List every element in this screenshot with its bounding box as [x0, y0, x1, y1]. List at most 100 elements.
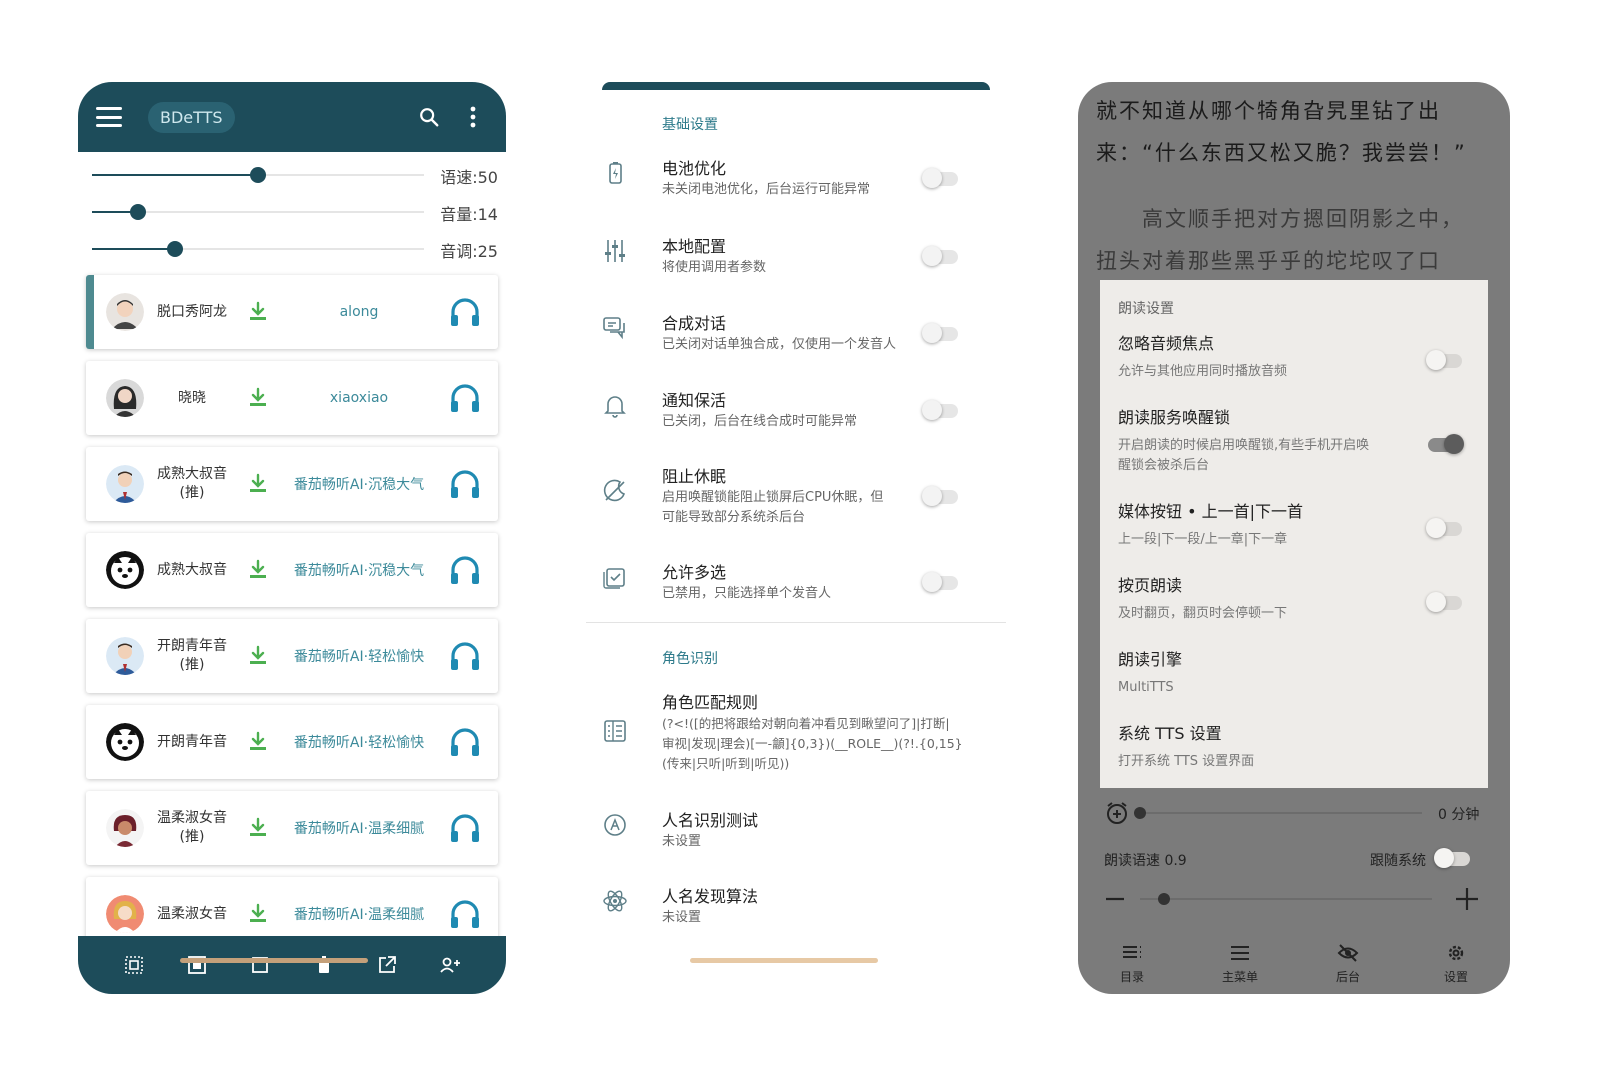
- download-icon[interactable]: [246, 816, 270, 840]
- setting-subtitle: 打开系统 TTS 设置界面: [1118, 754, 1255, 769]
- headphones-icon[interactable]: [448, 295, 482, 329]
- panel-title: 朗读设置: [1118, 301, 1174, 317]
- follow-system-toggle[interactable]: [1434, 848, 1470, 868]
- download-icon[interactable]: [246, 386, 270, 410]
- battery-toggle[interactable]: [922, 168, 958, 188]
- avatar: [106, 551, 144, 589]
- wakelock-toggle[interactable]: [922, 486, 958, 506]
- timer-icon[interactable]: [1104, 800, 1130, 826]
- timer-slider-thumb[interactable]: [1134, 807, 1146, 819]
- settings-screen: 基础设置 电池优化 未关闭电池优化，后台运行可能异常 本地配置 将使用调用者参数 合…: [586, 82, 1006, 994]
- speed-slider[interactable]: [1140, 898, 1432, 900]
- voice-id: xiaoxiao: [329, 390, 389, 406]
- download-icon[interactable]: [246, 300, 270, 324]
- setting-role-rule[interactable]: 角色匹配规则 (?<!([的把将跟给对朝向着冲看见到瞅望问了]|打断| 审视|发现…: [586, 692, 1006, 774]
- pitch-label: 音调:25: [440, 242, 498, 261]
- download-icon[interactable]: [246, 558, 270, 582]
- voice-name: 温柔淑女音: [157, 905, 227, 922]
- media-button-toggle[interactable]: [1426, 518, 1462, 538]
- select-inverse-icon[interactable]: [185, 953, 209, 977]
- reader-text-line: 就不知道从哪个犄角旮旯里钻了出: [1096, 99, 1441, 123]
- headphones-icon[interactable]: [448, 725, 482, 759]
- nav-label: 主菜单: [1221, 970, 1258, 984]
- avatar: [106, 637, 144, 675]
- setting-media-button[interactable]: 媒体按钮 • 上一首|下一首 上一段|下一段/上一章|下一章: [1100, 500, 1488, 550]
- voice-name: 温柔淑女音 (推): [157, 810, 227, 845]
- search-icon[interactable]: [414, 102, 444, 132]
- download-icon[interactable]: [246, 472, 270, 496]
- download-icon[interactable]: [246, 902, 270, 926]
- pitch-slider[interactable]: 音调:25: [78, 230, 506, 267]
- headphones-icon[interactable]: [448, 811, 482, 845]
- hamburger-menu-icon[interactable]: [96, 107, 122, 127]
- section-divider: [586, 622, 1006, 623]
- minus-icon[interactable]: [1104, 888, 1126, 910]
- setting-battery[interactable]: 电池优化 未关闭电池优化，后台运行可能异常: [586, 158, 1006, 200]
- voice-card[interactable]: 温柔淑女音 (推) 番茄畅听AI·温柔细腻: [86, 791, 498, 865]
- setting-subtitle: MultiTTS: [1118, 680, 1174, 695]
- setting-page-read[interactable]: 按页朗读 及时翻页，翻页时会停顿一下: [1100, 574, 1488, 624]
- setting-notification[interactable]: 通知保活 已关闭，后台在线合成时可能异常: [586, 390, 1006, 432]
- more-vert-icon[interactable]: [458, 102, 488, 132]
- voice-card[interactable]: 晓晓 xiaoxiao: [86, 361, 498, 435]
- ignore-focus-toggle[interactable]: [1426, 350, 1462, 370]
- voice-name: 开朗青年音: [157, 733, 227, 750]
- setting-system-tts[interactable]: 系统 TTS 设置 打开系统 TTS 设置界面: [1100, 722, 1488, 772]
- setting-multiselect[interactable]: 允许多选 已禁用，只能选择单个发音人: [586, 562, 1006, 604]
- setting-subtitle: 未设置: [662, 910, 702, 925]
- volume-slider[interactable]: 音量:14: [78, 193, 506, 230]
- dialogue-toggle[interactable]: [922, 323, 958, 343]
- multiselect-toggle[interactable]: [922, 572, 958, 592]
- setting-local-config[interactable]: 本地配置 将使用调用者参数: [586, 236, 1006, 278]
- avatar: [106, 293, 144, 331]
- voice-card[interactable]: 开朗青年音 番茄畅听AI·轻松愉快: [86, 705, 498, 779]
- setting-tts-engine[interactable]: 朗读引擎 MultiTTS: [1100, 648, 1488, 698]
- select-none-icon[interactable]: [248, 953, 272, 977]
- headphones-icon[interactable]: [448, 553, 482, 587]
- download-icon[interactable]: [246, 644, 270, 668]
- voice-card[interactable]: 成熟大叔音 (推) 番茄畅听AI·沉稳大气: [86, 447, 498, 521]
- notification-toggle[interactable]: [922, 400, 958, 420]
- download-icon[interactable]: [246, 730, 270, 754]
- read-aloud-settings-panel: 朗读设置 忽略音频焦点 允许与其他应用同时播放音频 朗读服务唤醒锁 开启朗读的时…: [1100, 280, 1488, 788]
- speed-slider-thumb[interactable]: [1158, 893, 1170, 905]
- plus-icon[interactable]: [1454, 886, 1480, 912]
- setting-name-algorithm[interactable]: 人名发现算法 未设置: [586, 886, 1006, 928]
- headphones-icon[interactable]: [448, 639, 482, 673]
- headphones-icon[interactable]: [448, 467, 482, 501]
- delete-icon[interactable]: [312, 953, 336, 977]
- nav-main-menu[interactable]: 主菜单: [1200, 930, 1280, 994]
- local-config-toggle[interactable]: [922, 246, 958, 266]
- reader-text-line: 来：“什么东西又松又脆？我尝尝！”: [1096, 141, 1467, 165]
- voice-card[interactable]: 成熟大叔音 番茄畅听AI·沉稳大气: [86, 533, 498, 607]
- wakelock-toggle[interactable]: [1428, 434, 1464, 454]
- page-read-toggle[interactable]: [1426, 592, 1462, 612]
- speed-slider[interactable]: 语速:50: [78, 156, 506, 193]
- catalog-icon: [1123, 946, 1141, 958]
- nav-catalog[interactable]: 目录: [1092, 930, 1172, 994]
- setting-ignore-focus[interactable]: 忽略音频焦点 允许与其他应用同时播放音频: [1100, 332, 1488, 382]
- setting-name-test[interactable]: 人名识别测试 未设置: [586, 810, 1006, 852]
- setting-wakelock[interactable]: 朗读服务唤醒锁 开启朗读的时候启用唤醒锁,有些手机开启唤 醒锁会被杀后台: [1100, 406, 1488, 476]
- chat-icon: [600, 313, 630, 343]
- voice-card[interactable]: 开朗青年音 (推) 番茄畅听AI·轻松愉快: [86, 619, 498, 693]
- nav-background[interactable]: 后台: [1308, 930, 1388, 994]
- voice-card[interactable]: 脱口秀阿龙 along: [86, 275, 498, 349]
- headphones-icon[interactable]: [448, 381, 482, 415]
- setting-dialogue[interactable]: 合成对话 已关闭对话单独合成，仅使用一个发音人: [586, 313, 1006, 355]
- voice-name: 成熟大叔音: [157, 561, 227, 578]
- bell-icon: [600, 390, 630, 420]
- nav-settings[interactable]: 设置: [1416, 930, 1496, 994]
- equalizer-icon: [600, 236, 630, 266]
- voice-style: 番茄畅听AI·沉稳大气: [293, 477, 425, 493]
- open-external-icon[interactable]: [375, 953, 399, 977]
- add-speaker-icon[interactable]: [438, 953, 462, 977]
- timer-slider[interactable]: [1140, 812, 1422, 814]
- setting-wakelock[interactable]: 阻止休眠 启用唤醒锁能阻止锁屏后CPU休眠，但 可能导致部分系统杀后台: [586, 466, 1006, 528]
- select-all-icon[interactable]: [122, 953, 146, 977]
- headphones-icon[interactable]: [448, 897, 482, 931]
- setting-subtitle: 未设置: [662, 834, 702, 849]
- slider-group: 语速:50 音量:14 音调:25: [78, 152, 506, 267]
- voice-name: 成熟大叔音 (推): [157, 466, 227, 501]
- gear-icon: [1448, 945, 1464, 961]
